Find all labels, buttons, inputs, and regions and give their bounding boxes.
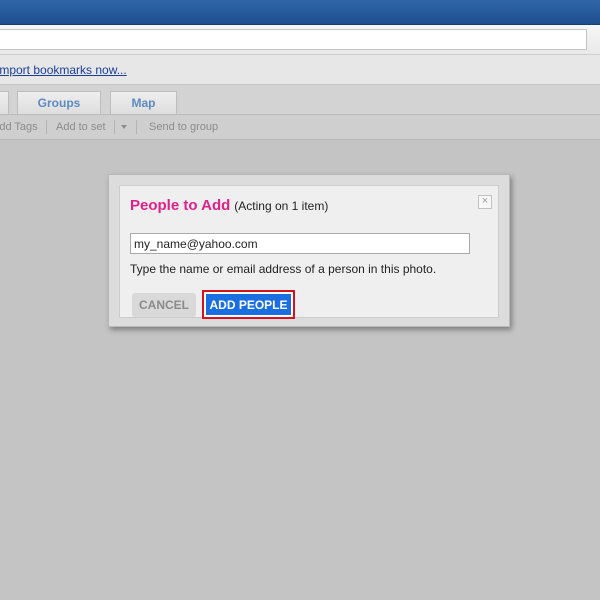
send-to-group-button[interactable]: Send to group	[149, 121, 218, 133]
cancel-button[interactable]: CANCEL	[132, 293, 196, 317]
add-to-set-button[interactable]: Add to set	[56, 121, 106, 133]
person-name-input[interactable]	[130, 233, 470, 254]
toolbar-divider	[136, 120, 137, 134]
bookmarks-bar: Import bookmarks now...	[0, 55, 600, 85]
dialog-title: People to Add (Acting on 1 item)	[130, 197, 328, 215]
add-people-button[interactable]: ADD PEOPLE	[206, 294, 291, 315]
toolbar-divider	[114, 120, 115, 134]
toolbar-divider	[46, 120, 47, 134]
browser-address-bar	[0, 25, 600, 55]
add-tags-button[interactable]: Add Tags	[0, 121, 38, 133]
tab-bar: Groups Map	[0, 85, 600, 115]
people-to-add-dialog: People to Add(Acting on 1 item) × Type t…	[108, 174, 510, 327]
dialog-title-subtitle: (Acting on 1 item)	[234, 199, 329, 213]
add-people-highlight: ADD PEOPLE	[202, 290, 295, 319]
tab-partial[interactable]	[0, 91, 9, 114]
photo-toolbar: Add Tags Add to set Send to group	[0, 115, 600, 140]
close-icon[interactable]: ×	[478, 195, 492, 209]
tab-map[interactable]: Map	[110, 91, 177, 114]
dialog-panel: People to Add(Acting on 1 item) × Type t…	[119, 185, 499, 319]
dialog-title-main: People to Add	[130, 197, 231, 214]
import-bookmarks-link[interactable]: Import bookmarks now...	[0, 63, 127, 77]
address-input[interactable]	[0, 29, 587, 50]
browser-title-bar	[0, 0, 600, 25]
input-hint: Type the name or email address of a pers…	[130, 262, 437, 276]
chevron-down-icon[interactable]	[121, 125, 127, 129]
tab-groups[interactable]: Groups	[17, 91, 101, 114]
